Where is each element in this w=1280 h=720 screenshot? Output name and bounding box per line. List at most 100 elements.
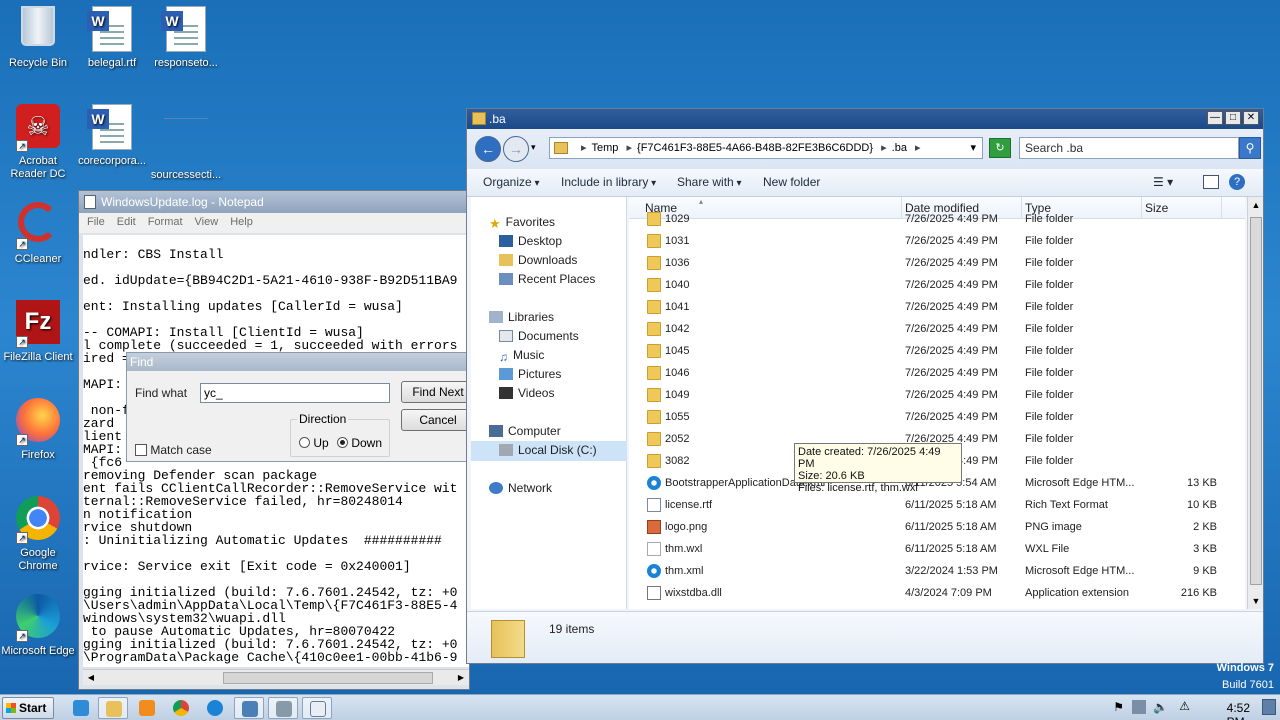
menu-file[interactable]: File xyxy=(81,213,111,233)
search-input[interactable]: Search .ba xyxy=(1019,137,1239,159)
nav-recent-places[interactable]: Recent Places xyxy=(499,272,595,286)
menu-format[interactable]: Format xyxy=(142,213,189,233)
desktop-icon-acrobat[interactable]: ☠ ↗ Acrobat Reader DC xyxy=(0,104,76,181)
find-what-input[interactable] xyxy=(200,383,390,403)
find-dialog[interactable]: Find Find what Find Next Cancel Directio… xyxy=(126,352,475,462)
preview-pane-icon[interactable] xyxy=(1203,175,1219,189)
show-desktop-button[interactable] xyxy=(1262,699,1276,715)
help-icon[interactable]: ? xyxy=(1229,174,1245,190)
breadcrumb-ba[interactable]: .ba xyxy=(892,142,907,154)
find-next-button[interactable]: Find Next xyxy=(401,381,475,403)
nav-documents[interactable]: Documents xyxy=(499,329,579,343)
cancel-button[interactable]: Cancel xyxy=(401,409,475,431)
network-tray-icon[interactable] xyxy=(1132,700,1146,714)
nav-pictures[interactable]: Pictures xyxy=(499,367,561,381)
desktop-icon-edge[interactable]: ↗ Microsoft Edge xyxy=(0,594,76,658)
file-row[interactable]: thm.xml 3/22/2024 1:53 PM Microsoft Edge H… xyxy=(629,561,1245,583)
address-dropdown-icon[interactable]: ▾ xyxy=(970,138,976,158)
recent-pages-chevron-icon[interactable]: ▾ xyxy=(531,142,536,153)
include-in-library-button[interactable]: Include in library xyxy=(561,175,656,189)
scroll-right-icon[interactable]: ▶ xyxy=(453,670,469,686)
nav-videos[interactable]: Videos xyxy=(499,386,554,400)
menu-edit[interactable]: Edit xyxy=(111,213,142,233)
match-case-checkbox[interactable] xyxy=(135,444,147,456)
desktop-icon-filezilla[interactable]: Fz ↗ FileZilla Client xyxy=(0,300,76,364)
file-row[interactable]: 1049 7/26/2025 4:49 PM File folder xyxy=(629,385,1245,407)
file-row[interactable]: logo.png 6/11/2025 5:18 AM PNG image 2 KB xyxy=(629,517,1245,539)
scroll-thumb[interactable] xyxy=(1250,217,1262,585)
desktop-icon-word-document[interactable]: Wbelegal.rtf xyxy=(74,6,150,70)
file-row[interactable]: 1042 7/26/2025 4:49 PM File folder xyxy=(629,319,1245,341)
desktop-icon-blank-file[interactable]: sourcessecti... xyxy=(148,104,224,182)
desktop-icon-word-document[interactable]: Wcorecorpora... xyxy=(74,104,150,168)
scroll-up-icon[interactable]: ▲ xyxy=(1248,197,1264,213)
file-row[interactable]: 1045 7/26/2025 4:49 PM File folder xyxy=(629,341,1245,363)
close-icon[interactable]: ✕ xyxy=(1243,111,1259,125)
file-row[interactable]: 1055 7/26/2025 4:49 PM File folder xyxy=(629,407,1245,429)
taskbar-remote[interactable] xyxy=(234,697,264,719)
desktop-icon-chrome[interactable]: ↗ Google Chrome xyxy=(0,496,76,573)
file-row[interactable]: 1041 7/26/2025 4:49 PM File folder xyxy=(629,297,1245,319)
tray-shield-icon[interactable]: ⚠ xyxy=(1179,699,1190,713)
file-row[interactable]: wixstdba.dll 4/3/2024 7:09 PM Application … xyxy=(629,583,1245,605)
volume-icon[interactable]: 🔈 xyxy=(1153,700,1168,714)
minimize-icon[interactable]: — xyxy=(1207,111,1223,125)
file-row[interactable]: 1040 7/26/2025 4:49 PM File folder xyxy=(629,275,1245,297)
desktop-icon-ccleaner[interactable]: ↗ CCleaner xyxy=(0,202,76,266)
scroll-left-icon[interactable]: ◀ xyxy=(83,670,99,686)
clock[interactable]: 4:52 PM xyxy=(1227,701,1250,720)
taskbar-app[interactable] xyxy=(268,697,298,719)
direction-up[interactable]: Up xyxy=(299,436,329,450)
nav-music[interactable]: ♫ Music xyxy=(499,348,544,364)
explorer-titlebar[interactable]: .ba — □ ✕ xyxy=(467,109,1263,129)
desktop-icon-firefox[interactable]: ↗ Firefox xyxy=(0,398,76,462)
back-arrow-icon[interactable]: ← xyxy=(475,136,501,162)
new-folder-button[interactable]: New folder xyxy=(763,175,820,189)
nav-downloads[interactable]: Downloads xyxy=(499,253,577,267)
radio-up-icon[interactable] xyxy=(299,437,310,448)
scroll-down-icon[interactable]: ▼ xyxy=(1248,593,1264,609)
taskbar-notepad[interactable] xyxy=(302,697,332,719)
menu-help[interactable]: Help xyxy=(224,213,259,233)
explorer-window[interactable]: .ba — □ ✕ ← → ▾ ▸ Temp ▸ {F7C461F3-88E5-4A… xyxy=(466,108,1264,664)
breadcrumb-guid[interactable]: {F7C461F3-88E5-4A66-B48B-82FE3B6C6DDD} xyxy=(637,142,873,154)
file-row[interactable]: thm.wxl 6/11/2025 5:18 AM WXL File 3 KB xyxy=(629,539,1245,561)
file-row[interactable]: 1046 7/26/2025 4:49 PM File folder xyxy=(629,363,1245,385)
refresh-icon[interactable]: ↻ xyxy=(989,138,1011,158)
file-row[interactable]: license.rtf 6/11/2025 5:18 AM Rich Text Fo… xyxy=(629,495,1245,517)
desktop-icon-recycle-bin[interactable]: Recycle Bin xyxy=(0,6,76,70)
nav-desktop[interactable]: Desktop xyxy=(499,234,562,248)
scroll-thumb[interactable] xyxy=(223,672,433,684)
taskbar-chrome[interactable] xyxy=(166,697,196,719)
radio-down-icon[interactable] xyxy=(337,437,348,448)
forward-arrow-icon[interactable]: → xyxy=(503,136,529,162)
taskbar-media-player[interactable] xyxy=(132,697,162,719)
nav-local-disk[interactable]: Local Disk (C:) xyxy=(471,441,627,461)
start-button[interactable]: Start xyxy=(2,697,54,719)
file-list[interactable]: Name ▴ Date modified Type Size 1029 7/26/… xyxy=(629,197,1245,609)
direction-down[interactable]: Down xyxy=(337,436,382,450)
nav-favorites[interactable]: ★ Favorites xyxy=(489,215,555,231)
view-options-icon[interactable]: ☰ ▾ xyxy=(1153,175,1173,189)
vertical-scrollbar[interactable]: ▲ ▼ xyxy=(1247,197,1263,609)
find-titlebar[interactable]: Find xyxy=(127,353,470,371)
nav-libraries[interactable]: Libraries xyxy=(489,310,554,324)
nav-network[interactable]: Network xyxy=(489,481,552,495)
horizontal-scrollbar[interactable]: ◀ ▶ xyxy=(83,669,469,685)
file-row[interactable]: 1036 7/26/2025 4:49 PM File folder xyxy=(629,253,1245,275)
address-bar[interactable]: ▸ Temp ▸ {F7C461F3-88E5-4A66-B48B-82FE3B6C… xyxy=(549,137,983,159)
file-row[interactable]: 1031 7/26/2025 4:49 PM File folder xyxy=(629,231,1245,253)
file-row[interactable]: 1029 7/26/2025 4:49 PM File folder xyxy=(629,209,1245,231)
organize-button[interactable]: Organize xyxy=(483,175,540,189)
taskbar-ie[interactable] xyxy=(66,697,96,719)
search-icon[interactable]: ⚲ xyxy=(1239,137,1261,159)
share-with-button[interactable]: Share with xyxy=(677,175,742,189)
maximize-icon[interactable]: □ xyxy=(1225,111,1241,125)
notepad-titlebar[interactable]: WindowsUpdate.log - Notepad xyxy=(79,191,469,213)
nav-computer[interactable]: Computer xyxy=(489,424,561,438)
breadcrumb-temp[interactable]: Temp xyxy=(592,142,619,154)
desktop-icon-word-document[interactable]: Wresponseto... xyxy=(148,6,224,70)
match-case[interactable]: Match case xyxy=(135,443,212,457)
taskbar-edge[interactable] xyxy=(200,697,230,719)
menu-view[interactable]: View xyxy=(189,213,225,233)
